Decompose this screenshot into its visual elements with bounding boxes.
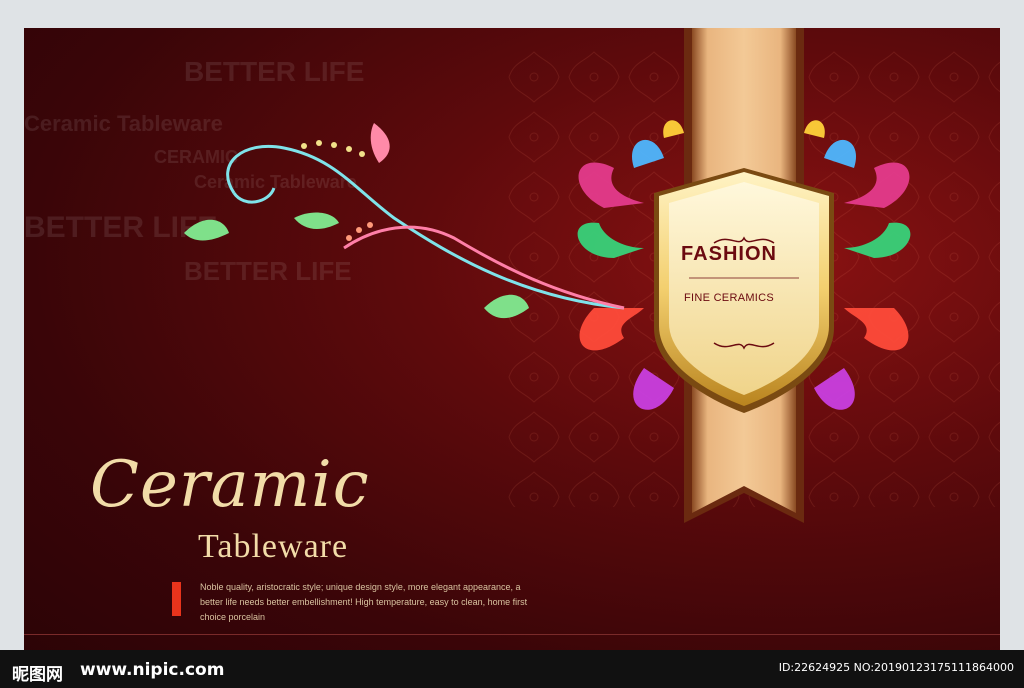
accent-bar [172,582,181,616]
floral-swirl [184,123,625,319]
heading-sub: Tableware [198,528,349,565]
divider [24,634,1000,635]
watermark-id: ID:22624925 NO:20190123175111864000 [778,661,1014,674]
watermark-site-name: 昵图网 [12,665,63,685]
poster: BETTER LIFE Ceramic Tableware BETTER LIF… [24,28,1000,688]
watermark-url: www.nipic.com [80,660,225,680]
badge-title: FASHION [681,243,777,265]
description-text: Noble quality, aristocratic style; uniqu… [200,582,528,622]
heading-script: Ceramic [90,448,370,522]
badge-subtitle: FINE CERAMICS [683,292,775,304]
